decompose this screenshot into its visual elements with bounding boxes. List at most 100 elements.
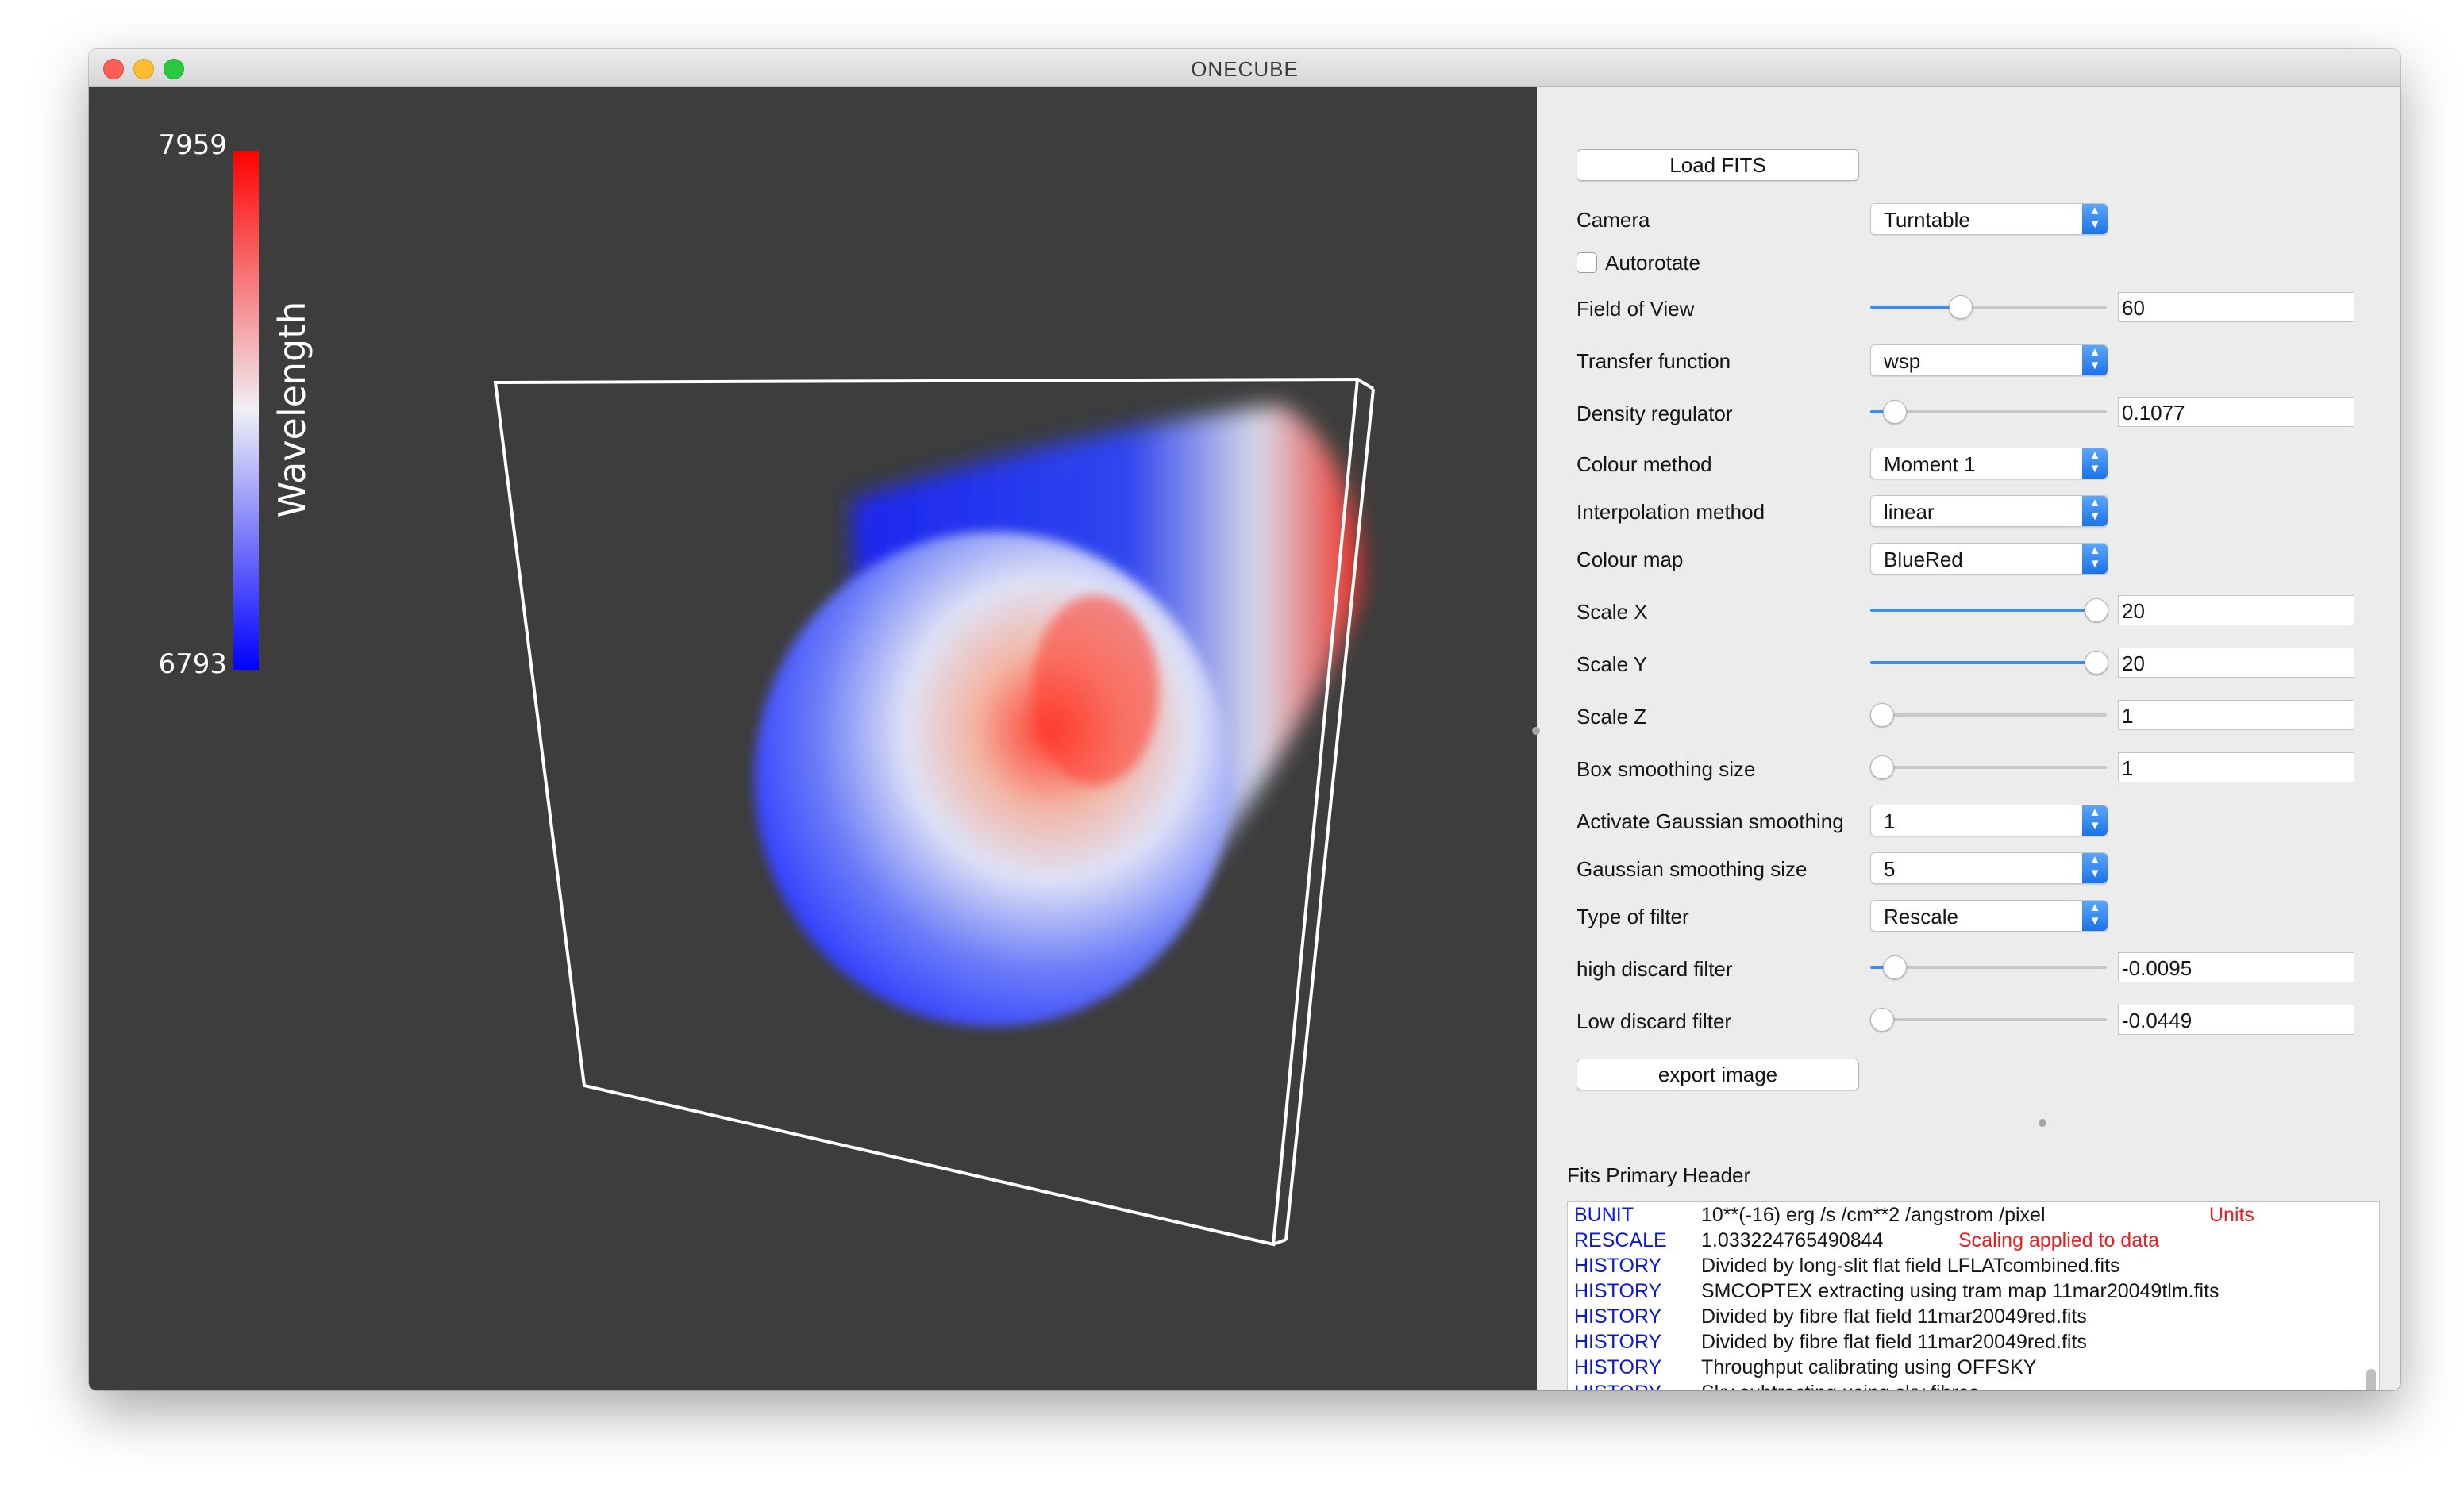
header-value: Divided by fibre flat field 11mar20049re… xyxy=(1701,1305,2087,1328)
type-of-filter-select[interactable]: Rescale ▲ ▼ xyxy=(1870,900,2108,932)
camera-select[interactable]: Turntable ▲ ▼ xyxy=(1870,203,2108,235)
chevron-updown-icon: ▲ ▼ xyxy=(2082,544,2108,574)
box-smoothing-size-input[interactable]: 1 xyxy=(2118,752,2354,782)
high-discard-filter-label: high discard filter xyxy=(1577,957,1733,981)
field-of-view-slider[interactable] xyxy=(1870,295,2107,319)
colour-map-select[interactable]: BlueRed ▲ ▼ xyxy=(1870,543,2108,575)
slider-handle[interactable] xyxy=(1870,755,1894,779)
chevron-updown-icon: ▲ ▼ xyxy=(2082,448,2108,479)
fits-header-title: Fits Primary Header xyxy=(1567,1163,1751,1187)
colour-method-select[interactable]: Moment 1 ▲ ▼ xyxy=(1870,448,2108,479)
slider-handle[interactable] xyxy=(1882,955,1907,979)
header-value: SMCOPTEX extracting using tram map 11mar… xyxy=(1701,1280,2220,1302)
type-of-filter-value: Rescale xyxy=(1884,905,1958,928)
slider-handle[interactable] xyxy=(2085,651,2108,675)
gaussian-smoothing-size-select[interactable]: 5 ▲ ▼ xyxy=(1870,852,2108,884)
transfer-function-label: Transfer function xyxy=(1577,349,1731,373)
chevron-updown-icon: ▲ ▼ xyxy=(2082,805,2108,836)
header-key: RESCALE xyxy=(1574,1229,1667,1251)
header-row: HISTORY Divided by fibre flat field 11mar… xyxy=(1574,1331,2368,1356)
transfer-function-select-value: wsp xyxy=(1884,349,1921,373)
colorbar-gradient xyxy=(233,151,259,670)
chevron-updown-icon: ▲ ▼ xyxy=(2082,345,2108,375)
autorotate-label: Autorotate xyxy=(1605,251,1700,275)
scale-x-slider[interactable] xyxy=(1870,598,2108,622)
gaussian-smoothing-size-value: 5 xyxy=(1884,857,1896,881)
scale-z-input[interactable]: 1 xyxy=(2118,700,2354,730)
header-value: Divided by fibre flat field 11mar20049re… xyxy=(1701,1331,2087,1353)
load-fits-button[interactable]: Load FITS xyxy=(1577,149,1859,181)
transfer-function-select[interactable]: wsp ▲ ▼ xyxy=(1870,344,2108,376)
slider-handle[interactable] xyxy=(1870,1008,1894,1032)
camera-label: Camera xyxy=(1577,208,1650,232)
colorbar-axis-label: Wavelength xyxy=(271,302,314,518)
chevron-updown-icon: ▲ ▼ xyxy=(2082,204,2108,234)
splitter-handle[interactable] xyxy=(2039,1119,2046,1127)
box-smoothing-size-label: Box smoothing size xyxy=(1577,757,1756,781)
activate-gaussian-smoothing-select[interactable]: 1 ▲ ▼ xyxy=(1870,805,2108,836)
header-key: BUNIT xyxy=(1574,1204,1634,1226)
activate-gaussian-smoothing-value: 1 xyxy=(1884,809,1896,833)
scale-y-slider[interactable] xyxy=(1870,651,2108,675)
high-discard-filter-slider[interactable] xyxy=(1870,955,2107,979)
header-value: 10**(-16) erg /s /cm**2 /angstrom /pixel xyxy=(1701,1204,2046,1226)
interpolation-method-select-value: linear xyxy=(1884,500,1935,524)
density-regulator-slider[interactable] xyxy=(1870,400,2107,424)
density-regulator-input[interactable]: 0.1077 xyxy=(2118,397,2354,427)
colorbar-min-label: 6793 xyxy=(158,648,227,680)
slider-handle[interactable] xyxy=(1882,400,1907,424)
header-row: BUNIT 10**(-16) erg /s /cm**2 /angstrom /… xyxy=(1574,1204,2368,1229)
header-comment: Scaling applied to data xyxy=(1958,1229,2159,1251)
low-discard-filter-input[interactable]: -0.0449 xyxy=(2118,1005,2354,1035)
volume-viewer[interactable]: 7959 6793 Wavelength xyxy=(89,87,1537,1390)
title-bar: ONECUBE xyxy=(89,49,2400,87)
fits-header-list[interactable]: HISTORYSky subtracting using sky fibresH… xyxy=(1567,1201,2380,1390)
colour-map-label: Colour map xyxy=(1577,548,1684,571)
chevron-updown-icon: ▲ ▼ xyxy=(2082,496,2108,526)
window-title: ONECUBE xyxy=(1191,57,1299,81)
header-row: HISTORY Throughput calibrating using OFFS… xyxy=(1574,1356,2368,1382)
control-panel: Load FITS Camera Turntable ▲ ▼ Autorotate… xyxy=(1532,87,2400,1390)
low-discard-filter-slider[interactable] xyxy=(1870,1008,2107,1032)
box-smoothing-size-slider[interactable] xyxy=(1870,755,2107,779)
data-cube-hotspot xyxy=(1032,595,1159,786)
slider-handle[interactable] xyxy=(1949,295,1973,319)
colour-map-select-value: BlueRed xyxy=(1884,548,1963,571)
header-value: 1.033224765490844 xyxy=(1701,1229,1884,1251)
camera-select-value: Turntable xyxy=(1884,208,1970,232)
panel-splitter-handle[interactable] xyxy=(1532,727,1540,735)
scale-z-label: Scale Z xyxy=(1577,705,1647,728)
activate-gaussian-smoothing-label: Activate Gaussian smoothing xyxy=(1577,809,1844,833)
header-key: HISTORY xyxy=(1574,1382,1661,1390)
low-discard-filter-label: Low discard filter xyxy=(1577,1009,1732,1033)
scale-x-input[interactable]: 20 xyxy=(2118,595,2354,625)
gaussian-smoothing-size-label: Gaussian smoothing size xyxy=(1577,857,1808,881)
scale-z-slider[interactable] xyxy=(1870,703,2107,727)
header-key: HISTORY xyxy=(1574,1255,1662,1277)
header-row: RESCALE 1.033224765490844 Scaling applied … xyxy=(1574,1229,2368,1255)
autorotate-checkbox[interactable] xyxy=(1577,252,1597,273)
interpolation-method-select[interactable]: linear ▲ ▼ xyxy=(1870,495,2108,527)
vertical-scrollbar[interactable] xyxy=(2366,1369,2376,1390)
chevron-updown-icon: ▲ ▼ xyxy=(2082,853,2108,883)
header-row: HISTORY Sky subtracting using sky fibres xyxy=(1574,1382,2368,1390)
slider-handle[interactable] xyxy=(1870,703,1894,727)
header-value: Throughput calibrating using OFFSKY xyxy=(1701,1356,2037,1378)
density-regulator-label: Density regulator xyxy=(1577,402,1733,425)
colorbar-max-label: 7959 xyxy=(158,129,227,161)
slider-handle[interactable] xyxy=(2085,598,2108,622)
field-of-view-input[interactable]: 60 xyxy=(2118,292,2354,322)
header-row: HISTORY Divided by long-slit flat field L… xyxy=(1574,1255,2368,1280)
export-image-button[interactable]: export image xyxy=(1577,1059,1859,1090)
high-discard-filter-input[interactable]: -0.0095 xyxy=(2118,952,2354,982)
header-row: HISTORY Divided by fibre flat field 11mar… xyxy=(1574,1305,2368,1331)
colour-method-select-value: Moment 1 xyxy=(1884,452,1976,476)
header-key: HISTORY xyxy=(1574,1331,1662,1353)
header-row: HISTORY SMCOPTEX extracting using tram ma… xyxy=(1574,1280,2368,1305)
field-of-view-label: Field of View xyxy=(1577,297,1695,321)
header-key: HISTORY xyxy=(1574,1305,1662,1328)
scale-y-input[interactable]: 20 xyxy=(2118,648,2354,678)
type-of-filter-label: Type of filter xyxy=(1577,905,1689,928)
colour-method-label: Colour method xyxy=(1577,452,1712,476)
header-key: HISTORY xyxy=(1574,1356,1662,1378)
